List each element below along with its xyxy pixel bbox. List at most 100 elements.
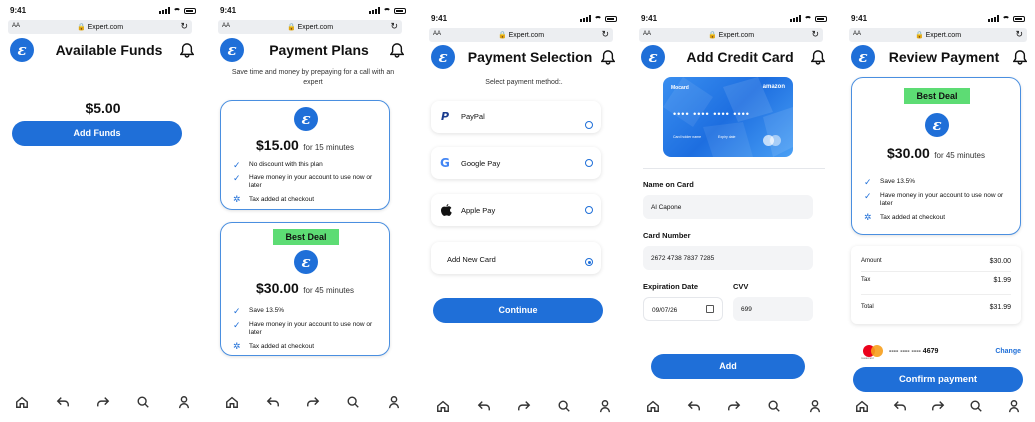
forward-icon[interactable] (306, 395, 320, 409)
browser-address-bar[interactable]: AA 🔒 Expert.com ↻ (849, 28, 1027, 42)
search-icon[interactable] (136, 395, 150, 409)
card-expiry-label: Expiry date (718, 135, 736, 139)
card-number-input[interactable]: 2672 4738 7837 7285 (643, 246, 813, 270)
bell-icon[interactable] (390, 42, 404, 58)
forward-icon[interactable] (96, 395, 110, 409)
search-icon[interactable] (969, 399, 983, 413)
radio-apple-pay[interactable] (585, 206, 593, 214)
screen-add-credit-card: 9:41 AA 🔒 Expert.com ↻ ε Add Credit Card… (633, 0, 835, 422)
home-icon[interactable] (646, 399, 660, 413)
profile-icon[interactable] (1007, 399, 1021, 413)
option-label: Google Pay (461, 159, 501, 168)
wifi-icon (173, 7, 181, 14)
asterisk-icon: ✲ (233, 194, 241, 204)
plan-card-15[interactable]: ε $15.00 for 15 minutes ✓ No discount wit… (220, 100, 390, 210)
change-card-link[interactable]: Change (995, 348, 1021, 355)
home-icon[interactable] (15, 395, 29, 409)
forward-icon[interactable] (517, 399, 531, 413)
wifi-icon (594, 15, 602, 22)
browser-address-bar[interactable]: AA 🔒 Expert.com ↻ (639, 28, 823, 42)
browser-address-bar[interactable]: AA 🔒 Expert.com ↻ (218, 20, 402, 34)
total-label: Total (861, 304, 874, 310)
expert-logo: ε (431, 45, 455, 69)
card-brand-label: mastercard (861, 357, 874, 360)
confirm-payment-button[interactable]: Confirm payment (853, 367, 1023, 392)
option-label: Add New Card (447, 255, 496, 264)
check-icon: ✓ (864, 177, 872, 187)
bottom-nav (423, 398, 625, 414)
expiration-date-input[interactable]: 09/07/26 (643, 297, 723, 321)
address-url: Expert.com (718, 32, 755, 39)
mastercard-icon (863, 345, 883, 357)
amount-value: $30.00 (989, 258, 1011, 265)
forward-icon[interactable] (931, 399, 945, 413)
calendar-icon[interactable] (706, 305, 714, 313)
reload-icon[interactable]: ↻ (811, 29, 819, 40)
expert-logo: ε (294, 250, 318, 274)
address-url: Expert.com (508, 32, 545, 39)
option-apple-pay[interactable]: Apple Pay (431, 194, 601, 226)
plan-feature: Tax added at checkout (249, 343, 315, 350)
status-bar: 9:41 (843, 14, 1033, 26)
forward-icon[interactable] (727, 399, 741, 413)
reload-icon[interactable]: ↻ (180, 21, 188, 32)
card-bank: amazon (762, 84, 785, 90)
browser-address-bar[interactable]: AA 🔒 Expert.com ↻ (8, 20, 192, 34)
page-title: Payment Selection (467, 49, 593, 65)
select-prompt: Select payment method:. (485, 79, 563, 86)
check-icon: ✓ (233, 173, 241, 183)
search-icon[interactable] (346, 395, 360, 409)
lock-icon: 🔒 (497, 32, 507, 39)
plan-feature: Have money in your account to use now or… (249, 321, 373, 336)
card-number-mask: •••• •••• •••• •••• (673, 109, 750, 119)
back-icon[interactable] (56, 395, 70, 409)
amount-label: Amount (861, 258, 882, 264)
bottom-nav (633, 398, 835, 414)
home-icon[interactable] (855, 399, 869, 413)
screen-review-payment: 9:41 AA 🔒 Expert.com ↻ ε Review Payment … (843, 0, 1033, 422)
profile-icon[interactable] (598, 399, 612, 413)
continue-button[interactable]: Continue (433, 298, 603, 323)
add-card-button[interactable]: Add (651, 354, 805, 379)
plan-feature: No discount with this plan (249, 161, 323, 168)
bell-icon[interactable] (180, 42, 194, 58)
profile-icon[interactable] (808, 399, 822, 413)
plan-card-30[interactable]: Best Deal ε $30.00 for 45 minutes ✓ Save … (220, 222, 390, 356)
profile-icon[interactable] (177, 395, 191, 409)
home-icon[interactable] (225, 395, 239, 409)
bell-icon[interactable] (1013, 49, 1027, 65)
reload-icon[interactable]: ↻ (390, 21, 398, 32)
back-icon[interactable] (477, 399, 491, 413)
profile-icon[interactable] (387, 395, 401, 409)
browser-address-bar[interactable]: AA 🔒 Expert.com ↻ (429, 28, 613, 42)
page-title: Add Credit Card (686, 49, 794, 65)
wifi-icon (804, 15, 812, 22)
search-icon[interactable] (767, 399, 781, 413)
option-add-new-card[interactable]: Add New Card (431, 242, 601, 274)
add-funds-button[interactable]: Add Funds (12, 121, 182, 146)
bell-icon[interactable] (601, 49, 615, 65)
cvv-input[interactable]: 699 (733, 297, 813, 321)
credit-card-preview: Mocard amazon •••• •••• •••• •••• Card h… (663, 77, 793, 157)
card-network-icon (763, 135, 781, 146)
search-icon[interactable] (557, 399, 571, 413)
name-on-card-input[interactable]: Al Capone (643, 195, 813, 219)
signal-icon (988, 15, 999, 22)
back-icon[interactable] (893, 399, 907, 413)
back-icon[interactable] (687, 399, 701, 413)
home-icon[interactable] (436, 399, 450, 413)
radio-google-pay[interactable] (585, 159, 593, 167)
screen-payment-selection: 9:41 AA 🔒 Expert.com ↻ ε Payment Selecti… (423, 0, 625, 422)
radio-paypal[interactable] (585, 121, 593, 129)
name-label: Name on Card (643, 180, 694, 189)
option-google-pay[interactable]: G Google Pay (431, 147, 601, 179)
back-icon[interactable] (266, 395, 280, 409)
battery-icon (605, 15, 617, 22)
reload-icon[interactable]: ↻ (1015, 29, 1023, 40)
bell-icon[interactable] (811, 49, 825, 65)
reload-icon[interactable]: ↻ (601, 29, 609, 40)
signal-icon (790, 15, 801, 22)
plans-subtitle: Save time and money by prepaying for a c… (231, 69, 395, 86)
radio-add-new-card[interactable] (585, 258, 593, 266)
option-paypal[interactable]: P PayPal (431, 101, 601, 133)
